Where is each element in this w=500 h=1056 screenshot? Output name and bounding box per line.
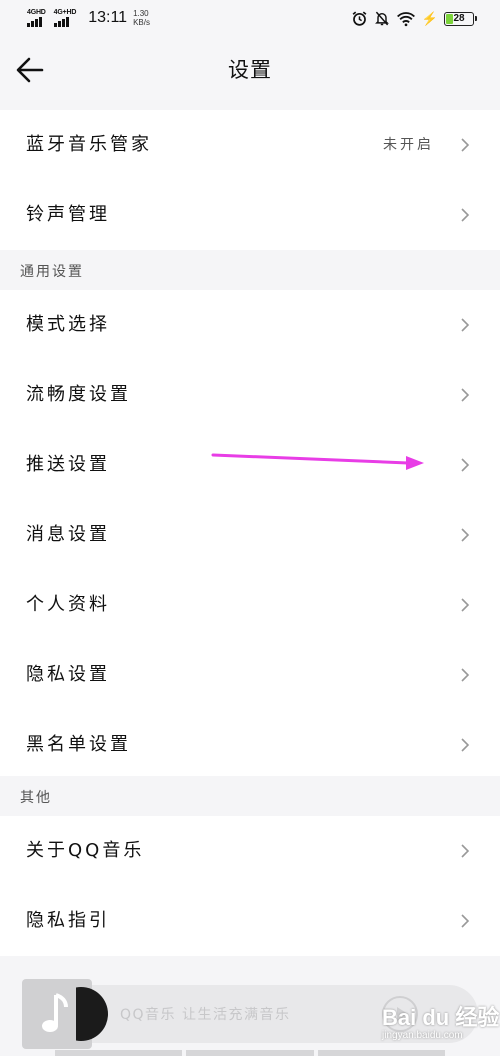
row-ringtone[interactable]: 铃声管理 xyxy=(0,180,500,250)
row-privacy-settings[interactable]: 隐私设置 xyxy=(0,640,500,710)
row-profile[interactable]: 个人资料 xyxy=(0,570,500,640)
alarm-icon xyxy=(352,11,367,26)
chevron-right-icon xyxy=(461,138,470,152)
bottom-tab-strip xyxy=(55,1050,445,1056)
chevron-right-icon xyxy=(461,388,470,402)
page-title: 设置 xyxy=(228,58,272,82)
row-label: 铃声管理 xyxy=(26,204,110,225)
chevron-right-icon xyxy=(461,668,470,682)
wifi-icon xyxy=(396,11,415,26)
row-label: 黑名单设置 xyxy=(26,734,131,755)
chevron-right-icon xyxy=(461,738,470,752)
status-bar: 4GHD 4G+HD 13:11 1.30 KB/s ⚡ 28 xyxy=(0,0,500,40)
network-label: 4GHD xyxy=(27,9,46,16)
chevron-right-icon xyxy=(461,844,470,858)
charging-bolt-icon: ⚡ xyxy=(421,10,438,26)
signal-4g-2: 4G+HD xyxy=(53,9,77,27)
row-label: 推送设置 xyxy=(26,454,110,475)
vinyl-disc-icon xyxy=(76,985,120,1043)
row-label: 流畅度设置 xyxy=(26,384,131,405)
chevron-right-icon xyxy=(461,458,470,472)
signal-4g-1: 4GHD xyxy=(27,9,46,27)
row-blacklist[interactable]: 黑名单设置 xyxy=(0,710,500,780)
network-label: 4G+HD xyxy=(53,9,77,16)
settings-group-general: 模式选择 流畅度设置 推送设置 消息设置 个人资料 隐私设置 黑名单设置 xyxy=(0,290,500,780)
chevron-right-icon xyxy=(461,318,470,332)
settings-group-top: 蓝牙音乐管家 未开启 铃声管理 xyxy=(0,110,500,250)
speed-unit: KB/s xyxy=(133,18,150,27)
row-label: 个人资料 xyxy=(26,594,110,615)
battery-percent: 28 xyxy=(453,13,465,24)
signal-bars-icon xyxy=(53,17,69,27)
section-header-general: 通用设置 xyxy=(0,250,500,290)
network-speed: 1.30 KB/s xyxy=(133,9,150,27)
section-title: 其他 xyxy=(20,790,52,806)
battery-fill xyxy=(446,13,453,24)
row-label: 关于QQ音乐 xyxy=(26,840,145,861)
row-label: 消息设置 xyxy=(26,524,110,545)
bell-muted-icon xyxy=(374,11,389,26)
row-bluetooth-music[interactable]: 蓝牙音乐管家 未开启 xyxy=(0,110,500,180)
title-bar: 设置 xyxy=(0,40,500,100)
signal-bars-icon xyxy=(27,17,42,27)
row-about-qq-music[interactable]: 关于QQ音乐 xyxy=(0,816,500,886)
row-label: 模式选择 xyxy=(26,314,110,335)
row-push-settings[interactable]: 推送设置 xyxy=(0,430,500,500)
section-title: 通用设置 xyxy=(20,264,84,280)
battery-icon: 28 xyxy=(444,11,477,26)
section-header-other: 其他 xyxy=(0,776,500,816)
row-message-settings[interactable]: 消息设置 xyxy=(0,500,500,570)
clock: 13:11 xyxy=(88,9,128,26)
chevron-right-icon xyxy=(461,914,470,928)
speed-value: 1.30 xyxy=(133,9,149,18)
mini-player-text: QQ音乐 让生活充满音乐 xyxy=(120,1007,291,1023)
row-smoothness[interactable]: 流畅度设置 xyxy=(0,360,500,430)
row-label: 隐私指引 xyxy=(26,910,110,931)
row-label: 隐私设置 xyxy=(26,664,110,685)
settings-group-other: 关于QQ音乐 隐私指引 xyxy=(0,816,500,956)
row-value: 未开启 xyxy=(383,137,434,153)
watermark-logo: Bai du 经验 xyxy=(382,1005,500,1030)
watermark: Bai du 经验 jingyan.baidu.com xyxy=(382,1000,499,1041)
chevron-right-icon xyxy=(461,528,470,542)
chevron-right-icon xyxy=(461,598,470,612)
row-label: 蓝牙音乐管家 xyxy=(26,134,152,155)
row-mode-select[interactable]: 模式选择 xyxy=(0,290,500,360)
chevron-right-icon xyxy=(461,208,470,222)
row-privacy-guide[interactable]: 隐私指引 xyxy=(0,886,500,956)
